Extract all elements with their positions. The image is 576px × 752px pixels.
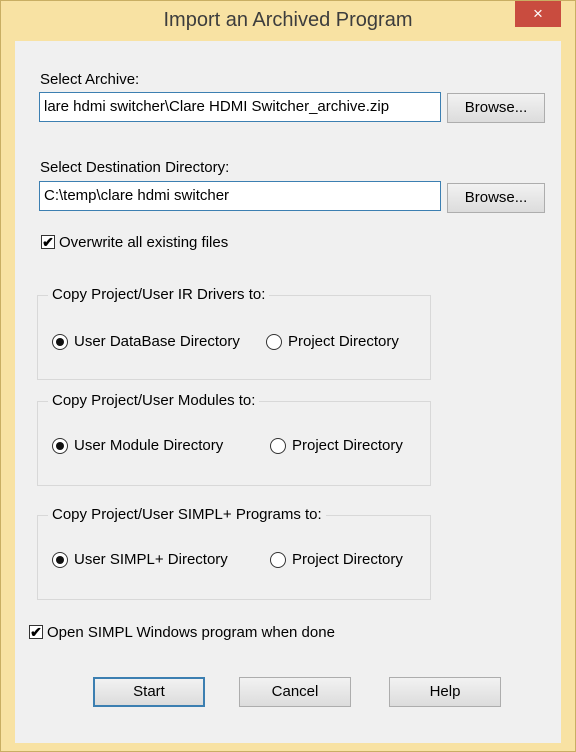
simpl-plus-user-label[interactable]: User SIMPL+ Directory [74,551,228,568]
modules-legend: Copy Project/User Modules to: [48,392,260,409]
dialog-body: Select Archive: lare hdmi switcher\Clare… [15,41,561,743]
destination-label: Select Destination Directory: [40,159,230,176]
dialog-title: Import an Archived Program [163,9,413,31]
destination-input[interactable]: C:\temp\clare hdmi switcher [39,181,441,211]
close-icon: × [533,4,543,23]
modules-user-radio[interactable] [52,438,68,454]
start-button[interactable]: Start [93,677,205,707]
radio-dot-icon [56,338,64,346]
archive-browse-button[interactable]: Browse... [447,93,545,123]
title-bar[interactable]: Import an Archived Program × [1,1,575,38]
close-button[interactable]: × [515,1,561,27]
import-archive-dialog: Import an Archived Program × Select Arch… [0,0,576,752]
ir-drivers-user-db-radio[interactable] [52,334,68,350]
modules-project-radio[interactable] [270,438,286,454]
open-when-done-checkbox[interactable]: ✔ [29,625,43,639]
ir-drivers-project-label[interactable]: Project Directory [288,333,399,350]
archive-input[interactable]: lare hdmi switcher\Clare HDMI Switcher_a… [39,92,441,122]
overwrite-checkbox[interactable]: ✔ [41,235,55,249]
ir-drivers-legend: Copy Project/User IR Drivers to: [48,286,270,303]
archive-label: Select Archive: [40,71,140,88]
modules-user-label[interactable]: User Module Directory [74,437,223,454]
simpl-plus-legend: Copy Project/User SIMPL+ Programs to: [48,506,326,523]
open-when-done-label[interactable]: Open SIMPL Windows program when done [47,624,335,641]
checkmark-icon: ✔ [30,624,42,640]
destination-browse-button[interactable]: Browse... [447,183,545,213]
simpl-plus-user-radio[interactable] [52,552,68,568]
ir-drivers-project-radio[interactable] [266,334,282,350]
simpl-plus-group: Copy Project/User SIMPL+ Programs to: Us… [37,506,431,600]
radio-dot-icon [56,442,64,450]
simpl-plus-project-radio[interactable] [270,552,286,568]
radio-dot-icon [56,556,64,564]
ir-drivers-group: Copy Project/User IR Drivers to: User Da… [37,286,431,380]
modules-project-label[interactable]: Project Directory [292,437,403,454]
help-button[interactable]: Help [389,677,501,707]
ir-drivers-user-db-label[interactable]: User DataBase Directory [74,333,240,350]
cancel-button[interactable]: Cancel [239,677,351,707]
modules-group: Copy Project/User Modules to: User Modul… [37,392,431,486]
simpl-plus-project-label[interactable]: Project Directory [292,551,403,568]
overwrite-label[interactable]: Overwrite all existing files [59,234,228,251]
checkmark-icon: ✔ [42,234,54,250]
